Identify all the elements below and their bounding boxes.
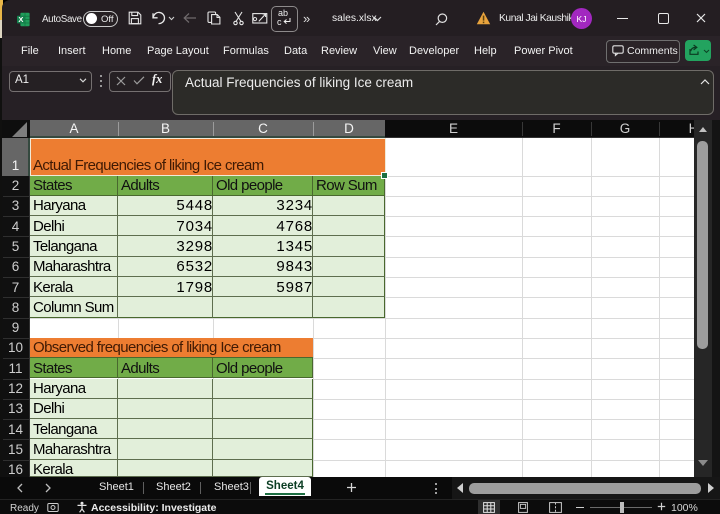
svg-text:X: X xyxy=(18,15,23,24)
